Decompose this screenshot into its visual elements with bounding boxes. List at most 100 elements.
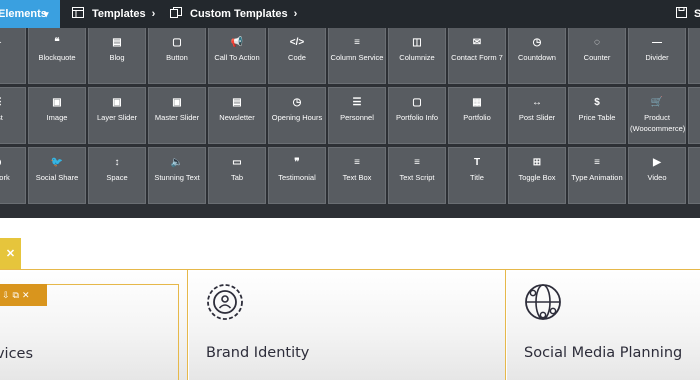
element-tile-label: Blog [109,53,125,62]
element-tile-contact-form-7[interactable]: ✉ Contact Form 7 [448,28,506,84]
columnize-icon: ◫ [412,37,422,48]
column-title: Brand Identity [206,345,310,361]
element-tile-label: Personnel [340,113,374,122]
newsletter-icon: ▤ [232,97,242,108]
element-tile-columnize[interactable]: ◫ Columnize [388,28,446,84]
close-icon[interactable]: ✕ [22,290,30,300]
element-tile-testimonial[interactable]: ❞ Testimonial [268,147,326,204]
element-tile-opening-hours[interactable]: ◷ Opening Hours [268,87,326,144]
elements-panel: ▶ io ❝ Blockquote ▤ Blog ▢ Button 📢 Call To Actio… [0,28,700,218]
toggle-box-icon: ⊞ [532,157,542,168]
element-tile-label: Post Slider [518,113,556,122]
tab-templates-label: Templates [92,8,146,20]
element-tile-prog[interactable]: ▭ Prog [688,87,700,144]
column-social-media-planning[interactable]: Social Media Planning [507,270,700,380]
element-tile-label: Code [288,53,306,62]
code-icon: </> [289,37,305,48]
element-tile-label: Video [647,173,667,182]
element-tile-layer-slider[interactable]: ▣ Layer Slider [88,87,146,144]
element-tile-master-slider[interactable]: ▣ Master Slider [148,87,206,144]
element-tile-label: Stunning Text [154,173,200,182]
element-tile-blog[interactable]: ▤ Blog [88,28,146,84]
element-tile-label: Portfolio Info [395,113,439,122]
divider-icon: — [652,37,662,48]
element-tile-price-table[interactable]: $ Price Table [568,87,626,144]
column-services[interactable]: ⇩⧉✕ rvices [0,270,188,380]
element-tile-label: Text Script [399,173,435,182]
tab-elements[interactable]: Elements ▾ [0,0,60,28]
portfolio-icon: ▦ [472,97,482,108]
element-tile-portfolio-info[interactable]: ▢ Portfolio Info [388,87,446,144]
element-tile-text-script[interactable]: ≡ Text Script [388,147,446,204]
element-tile-label: Contact Form 7 [451,53,503,62]
layer-slider-icon: ▣ [112,97,122,108]
close-section-button[interactable]: ✕ [0,238,21,271]
element-tile-newsletter[interactable]: ▤ Newsletter [208,87,266,144]
tab-elements-label: Elements [0,8,47,20]
element-tile-title[interactable]: T Title [448,147,506,204]
element-tile-io[interactable]: ▶ io [0,28,26,84]
master-slider-icon: ▣ [172,97,182,108]
tab-templates[interactable]: Templates › [72,0,155,28]
element-tile-ial-work[interactable]: ◎ ial work [0,147,26,204]
element-tile-label: ial work [0,173,10,182]
element-tile-social-share[interactable]: 🐦 Social Share [28,147,86,204]
templates-icon [72,7,84,18]
element-tile-personnel[interactable]: ☰ Personnel [328,87,386,144]
tab-icon: ▭ [232,157,242,168]
title-icon: T [473,157,481,168]
element-tile-toggle-box[interactable]: ⊞ Toggle Box [508,147,566,204]
element-tile-label: Prog [689,112,700,123]
element-tile-label: Image [46,113,68,122]
element-tile-label: Tab [230,173,244,182]
element-tile-image[interactable]: ▣ Image [28,87,86,144]
element-toolbar: ⇩ ⧉ ✕ [0,284,47,306]
element-tile-label: Opening Hours [271,113,323,122]
prog-icon: ▭ [689,97,700,109]
element-tile-fea[interactable]: ▭ Fea [688,28,700,84]
column-service-icon: ≡ [354,37,360,48]
element-tile-post-slider[interactable]: ↔ Post Slider [508,87,566,144]
page-canvas: ✕ ⇩⧉✕ rvices Brand Identity [0,218,700,380]
element-tile-label: Product (Woocommerce) [630,113,686,133]
element-tile-label: Space [106,173,128,182]
element-tile-blockquote[interactable]: ❝ Blockquote [28,28,86,84]
portfolio-info-icon: ▢ [412,97,422,108]
element-tile-video[interactable]: ▶ Video [628,147,686,204]
element-tile-label: Newsletter [219,113,255,122]
element-tile-text-box[interactable]: ≡ Text Box [328,147,386,204]
text-script-icon: ≡ [414,157,420,168]
element-tile-type-animation[interactable]: ≡ Type Animation [568,147,626,204]
element-tile-blank[interactable]: ▭ [688,147,700,204]
social-share-icon: 🐦 [50,157,64,168]
element-tile-space[interactable]: ↕ Space [88,147,146,204]
element-tile-countdown[interactable]: ◷ Countdown [508,28,566,84]
post-slider-icon: ↔ [532,97,542,108]
element-tile-label: Blockquote [38,53,76,62]
element-tile-button[interactable]: ▢ Button [148,28,206,84]
element-tile-label: Fea [689,52,700,63]
column-brand-identity[interactable]: Brand Identity [189,270,506,380]
element-tile-portfolio[interactable]: ▦ Portfolio [448,87,506,144]
element-tile-code[interactable]: </> Code [268,28,326,84]
ial-work-icon: ◎ [0,157,25,169]
element-tile-tab[interactable]: ▭ Tab [208,147,266,204]
brand-identity-icon [207,284,243,320]
element-tile-product-woocommerce[interactable]: 🛒 Product (Woocommerce) [628,87,686,144]
tab-custom-templates[interactable]: Custom Templates › [170,0,297,28]
save-button[interactable]: Sa [676,0,700,28]
element-tile-column-service[interactable]: ≡ Column Service [328,28,386,84]
element-tile-label: Social Share [35,173,79,182]
personnel-icon: ☰ [352,97,362,108]
countdown-icon: ◷ [532,37,542,48]
element-tile-call-to-action[interactable]: 📢 Call To Action [208,28,266,84]
element-tile-counter[interactable]: ◌ Counter [568,28,626,84]
contact-form-7-icon: ✉ [472,37,482,48]
download-icon[interactable]: ⇩ [2,290,10,300]
element-tile-list[interactable]: ☰ List [0,87,26,144]
element-tile-label: Column Service [330,53,384,62]
copy-icon [170,7,182,18]
element-tile-divider[interactable]: — Divider [628,28,686,84]
element-tile-stunning-text[interactable]: 🔈 Stunning Text [148,147,206,204]
duplicate-icon[interactable]: ⧉ [13,290,19,300]
